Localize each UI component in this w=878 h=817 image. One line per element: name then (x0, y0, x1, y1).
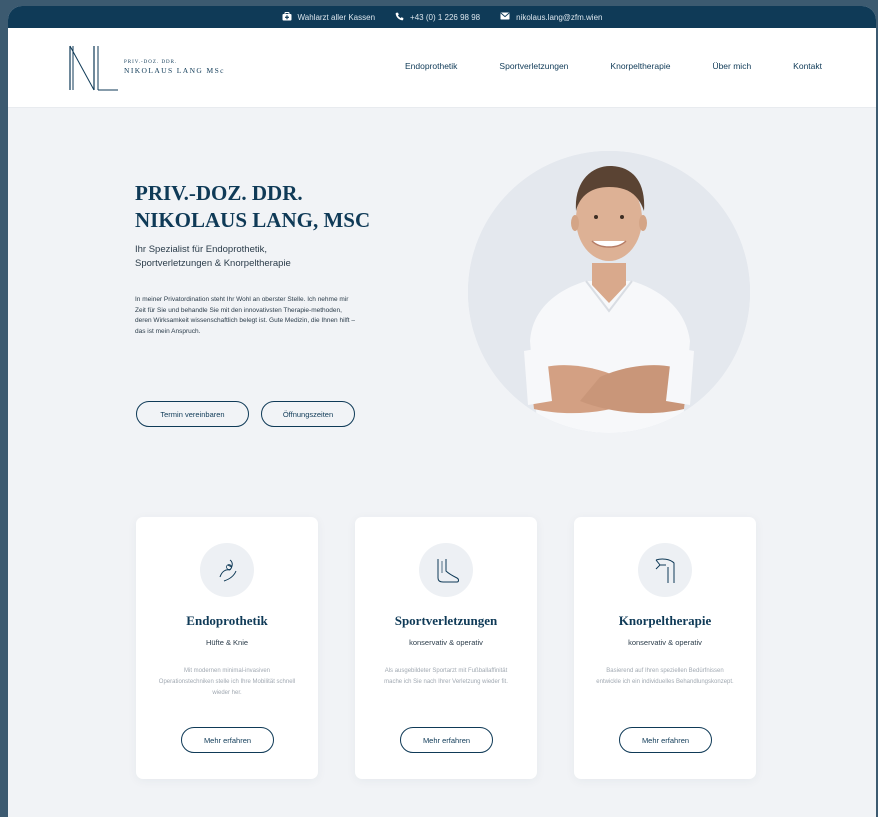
card-subtitle: Hüfte & Knie (205, 638, 249, 647)
nav-item-endoprothetik[interactable]: Endoprothetik (405, 61, 457, 71)
hero-title-line1: PRIV.-DOZ. DDR. (135, 181, 303, 205)
more-button-sportverletzungen[interactable]: Mehr erfahren (400, 727, 493, 753)
top-info-bar: Wahlarzt aller Kassen +43 (0) 1 226 98 9… (8, 6, 876, 28)
more-button-endoprothetik[interactable]: Mehr erfahren (181, 727, 274, 753)
phone-number: +43 (0) 1 226 98 98 (410, 12, 481, 22)
hero-title: PRIV.-DOZ. DDR. NIKOLAUS LANG, MSC (135, 180, 395, 234)
hero-subtitle-line2: Sportverletzungen & Knorpeltherapie (135, 258, 291, 269)
services-section: Endoprothetik Hüfte & Knie Mit modernen … (8, 517, 876, 782)
card-description: Mit modernen minimal-invasiven Operation… (158, 668, 296, 696)
email-address: nikolaus.lang@zfm.wien (516, 12, 603, 22)
opening-hours-button[interactable]: Öffnungszeiten (261, 401, 355, 427)
service-card-sportverletzungen: Sportverletzungen konservativ & operativ… (355, 517, 537, 779)
hero-subtitle-line1: Ihr Spezialist für Endoprothetik, (135, 244, 268, 255)
card-subtitle: konservativ & operativ (409, 638, 483, 647)
card-title: Endoprothetik (186, 613, 268, 628)
doctor-portrait (468, 151, 750, 433)
phone-icon (395, 12, 404, 23)
logo-prefix: PRIV.-DOZ. DDR. (124, 60, 178, 65)
main-navigation: Endoprothetik Sportverletzungen Knorpelt… (405, 61, 822, 71)
email-link[interactable]: nikolaus.lang@zfm.wien (500, 12, 602, 22)
nav-item-kontakt[interactable]: Kontakt (793, 61, 822, 71)
site-header: PRIV.-DOZ. DDR. NIKOLAUS LANG MSc Endopr… (8, 28, 876, 107)
logo-monogram (69, 45, 118, 91)
medical-bag-icon (282, 11, 292, 23)
site-logo[interactable]: PRIV.-DOZ. DDR. NIKOLAUS LANG MSc (68, 44, 248, 92)
service-card-endoprothetik: Endoprothetik Hüfte & Knie Mit modernen … (136, 517, 318, 779)
insurance-info: Wahlarzt aller Kassen (282, 11, 376, 23)
foot-icon (419, 543, 473, 597)
more-button-knorpeltherapie[interactable]: Mehr erfahren (619, 727, 712, 753)
hero-title-line2: NIKOLAUS LANG, MSC (135, 208, 371, 232)
card-description: Als ausgebildeter Sportarzt mit Fußballa… (384, 668, 508, 685)
phone-link[interactable]: +43 (0) 1 226 98 98 (395, 12, 480, 23)
card-title: Knorpeltherapie (618, 613, 712, 628)
joint-cartilage-icon (638, 543, 692, 597)
mail-icon (500, 12, 510, 22)
page-frame: Wahlarzt aller Kassen +43 (0) 1 226 98 9… (8, 6, 876, 817)
appointment-button[interactable]: Termin vereinbaren (136, 401, 249, 427)
service-card-knorpeltherapie: Knorpeltherapie konservativ & operativ B… (574, 517, 756, 779)
card-subtitle: konservativ & operativ (628, 638, 702, 647)
nav-item-knorpeltherapie[interactable]: Knorpeltherapie (610, 61, 670, 71)
knee-joint-icon (200, 543, 254, 597)
logo-name: NIKOLAUS LANG MSc (124, 66, 225, 75)
card-title: Sportverletzungen (394, 613, 498, 628)
hero-section: PRIV.-DOZ. DDR. NIKOLAUS LANG, MSC Ihr S… (8, 107, 876, 507)
nav-item-sportverletzungen[interactable]: Sportverletzungen (499, 61, 568, 71)
nav-item-ueber-mich[interactable]: Über mich (712, 61, 751, 71)
hero-subtitle: Ihr Spezialist für Endoprothetik, Sportv… (135, 243, 355, 271)
insurance-text: Wahlarzt aller Kassen (297, 12, 376, 22)
card-description: Basierend auf Ihren speziellen Bedürfnis… (596, 668, 734, 685)
hero-description: In meiner Privatordination steht Ihr Woh… (135, 296, 356, 335)
